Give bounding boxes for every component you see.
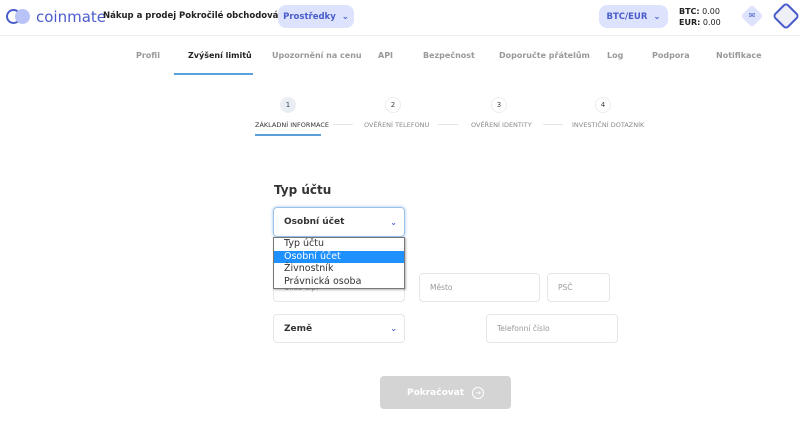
continue-button[interactable]: Pokračovat → [380,376,511,409]
option-sole-trader[interactable]: Živnostník [274,263,404,276]
phone-input[interactable]: Telefonní číslo [486,314,618,343]
logo[interactable]: coinmate [6,8,106,26]
account-type-select[interactable]: Osobní účet ⌄ [273,207,405,237]
chevron-down-icon: ⌄ [653,11,661,22]
country-select[interactable]: Země ⌄ [273,314,405,343]
phone-placeholder: Telefonní číslo [497,324,550,333]
active-step-indicator [255,134,321,136]
pair-label: BTC/EUR [606,11,648,22]
coinmate-logo-icon [6,8,32,26]
btc-value: 0.00 [702,7,720,16]
step-divider [543,124,563,125]
arrow-right-icon: → [472,386,485,399]
tab-support[interactable]: Podpora [652,51,690,60]
funds-menu-button[interactable]: Prostředky ⌄ [278,5,354,28]
step-1-badge: 1 [280,97,296,113]
tab-profile[interactable]: Profil [136,51,160,60]
chevron-down-icon: ⌄ [390,217,397,227]
step-4-label: INVESTIČNÍ DOTAZNÍK [572,121,645,129]
city-placeholder: Město [430,283,453,292]
funds-label: Prostředky [283,11,336,22]
nav-buy-sell[interactable]: Nákup a prodej [103,11,176,21]
step-3-label: OVĚŘENÍ IDENTITY [471,121,532,129]
balances: BTC: 0.00 EUR: 0.00 [679,6,721,28]
eur-label: EUR: [679,18,701,27]
top-bar: coinmate Nákup a prodej Pokročilé obchod… [0,0,800,36]
pair-select-button[interactable]: BTC/EUR ⌄ [599,5,668,28]
city-input[interactable]: Město [419,273,540,302]
active-tab-indicator [174,73,253,75]
chevron-down-icon: ⌄ [390,324,397,333]
step-divider [333,124,353,125]
btc-label: BTC: [679,7,700,16]
logo-text: coinmate [36,8,107,26]
country-value: Země [284,323,313,334]
continue-label: Pokračovat [406,387,465,398]
step-1-label: ZÁKLADNÍ INFORMACE [255,121,329,129]
step-4-badge: 4 [595,97,611,113]
messages-button[interactable]: ✉ [740,4,764,28]
nav-advanced-trading[interactable]: Pokročilé obchodování [179,11,287,21]
tab-notifications[interactable]: Notifikace [716,51,762,60]
tab-price-alerts[interactable]: Upozornění na cenu [272,51,362,60]
account-type-value: Osobní účet [284,217,345,227]
account-type-dropdown[interactable]: Typ účtu Osobní účet Živnostník Právnick… [273,237,405,289]
form-title: Typ účtu [274,183,332,197]
step-3-badge: 3 [491,97,507,113]
step-2-label: OVĚŘENÍ TELEFONU [364,121,430,129]
option-personal[interactable]: Osobní účet [274,250,404,263]
chevron-down-icon: ⌄ [341,11,349,22]
step-2-badge: 2 [385,97,401,113]
tab-limit-increase[interactable]: Zvýšení limitů [188,51,252,60]
eur-value: 0.00 [702,18,721,27]
user-avatar[interactable] [771,1,800,31]
tab-log[interactable]: Log [607,51,623,60]
zip-input[interactable]: PSČ [547,273,610,302]
zip-placeholder: PSČ [558,283,573,292]
step-divider [438,124,458,125]
mail-icon: ✉ [748,11,756,20]
tab-referral[interactable]: Doporučte přátelům [499,51,590,60]
tab-api[interactable]: API [378,51,393,60]
tab-security[interactable]: Bezpečnost [423,51,475,60]
option-legal-entity[interactable]: Právnická osoba [274,276,404,289]
option-type[interactable]: Typ účtu [274,238,404,251]
